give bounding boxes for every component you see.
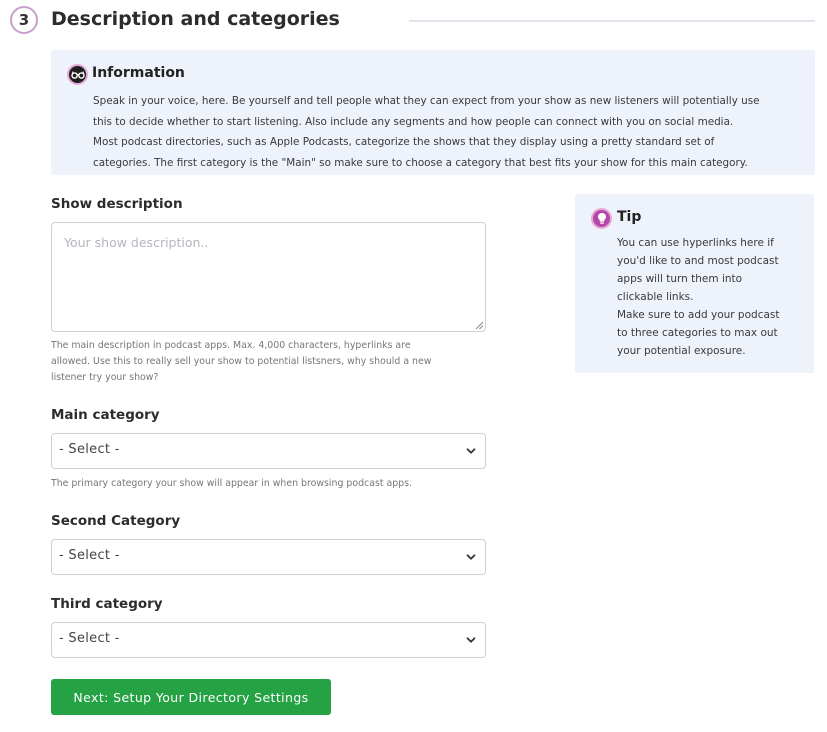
help-line: The main description in podcast apps. Ma… (51, 340, 411, 351)
chevron-down-icon (466, 554, 476, 560)
second-category-select[interactable]: - Select - (51, 539, 486, 575)
information-title: Information (92, 65, 185, 81)
step-header: 3 Description and categories (10, 6, 816, 36)
tip-line: You can use hyperlinks here if (617, 237, 774, 249)
show-description-help: The main description in podcast apps. Ma… (51, 338, 481, 386)
information-panel: Information Speak in your voice, here. B… (51, 50, 815, 175)
information-line: this to decide whether to start listenin… (93, 115, 734, 128)
chevron-down-icon (466, 448, 476, 454)
step-number-badge: 3 (10, 6, 38, 34)
information-text: Speak in your voice, here. Be yourself a… (93, 91, 803, 173)
information-line: Speak in your voice, here. Be yourself a… (93, 95, 760, 107)
show-description-textarea[interactable] (51, 222, 486, 332)
main-category-help: The primary category your show will appe… (51, 478, 413, 489)
third-category-select[interactable]: - Select - (51, 622, 486, 658)
information-line: categories. The first category is the "M… (93, 156, 748, 169)
help-line: allowed. Use this to really sell your sh… (51, 356, 432, 367)
tip-title: Tip (617, 209, 642, 225)
lightbulb-icon (591, 208, 612, 229)
tip-line: clickable links. (617, 291, 694, 303)
tip-line: Make sure to add your podcast (617, 309, 780, 321)
information-line: Most podcast directories, such as Apple … (93, 136, 715, 148)
next-setup-directory-settings-button[interactable]: Next: Setup Your Directory Settings (51, 679, 331, 715)
second-category-value: - Select - (59, 548, 120, 563)
glasses-icon (67, 64, 88, 85)
show-description-label: Show description (51, 196, 183, 212)
tip-text: You can use hyperlinks here if you'd lik… (617, 234, 807, 360)
step-title: Description and categories (51, 8, 340, 30)
tip-line: you'd like to and most podcast (617, 255, 779, 267)
main-category-select[interactable]: - Select - (51, 433, 486, 469)
second-category-label: Second Category (51, 513, 181, 529)
tip-line: your potential exposure. (617, 345, 746, 357)
tip-line: to three categories to max out (617, 327, 778, 339)
chevron-down-icon (466, 637, 476, 643)
main-category-value: - Select - (59, 442, 120, 457)
main-category-label: Main category (51, 407, 160, 423)
resize-grip-icon[interactable] (475, 321, 484, 330)
help-line: listener try your show? (51, 372, 159, 383)
third-category-label: Third category (51, 596, 163, 612)
header-divider (409, 20, 815, 22)
third-category-value: - Select - (59, 631, 120, 646)
tip-line: apps will turn them into (617, 273, 743, 285)
tip-panel: Tip You can use hyperlinks here if you'd… (575, 194, 814, 373)
